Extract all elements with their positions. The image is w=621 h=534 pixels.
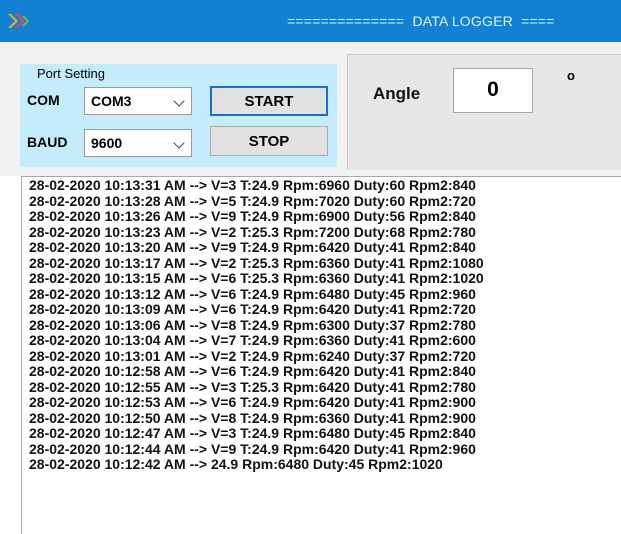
log-line: 28-02-2020 10:13:12 AM --> V=6 T:24.9 Rp… [29,285,476,302]
chevron-down-icon [173,137,185,149]
log-line: 28-02-2020 10:13:04 AM --> V=7 T:24.9 Rp… [29,332,476,348]
log-line: 28-02-2020 10:12:44 AM --> V=9 T:24.9 Rp… [29,440,476,457]
double-chevron-icon [8,14,29,28]
log-line: 28-02-2020 10:12:58 AM --> V=6 T:24.9 Rp… [29,363,476,379]
baud-label: BAUD [27,134,68,150]
com-port-value: COM3 [91,93,132,109]
log-line: 28-02-2020 10:12:55 AM --> V=3 T:25.3 Rp… [29,378,476,395]
stop-button[interactable]: STOP [210,126,328,156]
log-line: 28-02-2020 10:13:17 AM --> V=2 T:25.3 Rp… [29,254,484,271]
log-line: 28-02-2020 10:12:53 AM --> V=6 T:24.9 Rp… [29,394,476,410]
baud-rate-value: 9600 [91,135,123,151]
com-port-select[interactable]: COM3 [84,87,192,115]
log-line: 28-02-2020 10:13:15 AM --> V=6 T:25.3 Rp… [29,270,484,286]
log-line: 28-02-2020 10:12:47 AM --> V=3 T:24.9 Rp… [29,425,476,441]
degree-sign: o [567,68,575,83]
log-line: 28-02-2020 10:13:01 AM --> V=2 T:24.9 Rp… [29,347,476,364]
log-line: 28-02-2020 10:12:42 AM --> 24.9 Rpm:6480… [29,456,443,472]
baud-rate-select[interactable]: 9600 [84,129,192,157]
chevron-down-icon [173,95,185,107]
com-label: COM [27,92,60,108]
log-line: 28-02-2020 10:13:23 AM --> V=2 T:25.3 Rp… [29,223,476,240]
window-title: ============== DATA LOGGER ==== [287,13,555,29]
log-line: 28-02-2020 10:13:09 AM --> V=6 T:24.9 Rp… [29,301,476,317]
log-textbox[interactable]: 28-02-2020 10:13:31 AM --> V=3 T:24.9 Rp… [21,176,621,534]
log-line: 28-02-2020 10:13:20 AM --> V=9 T:24.9 Rp… [29,239,476,255]
title-bar: ============== DATA LOGGER ==== [0,0,621,42]
log-line: 28-02-2020 10:12:50 AM --> V=8 T:24.9 Rp… [29,409,476,426]
log-line: 28-02-2020 10:13:31 AM --> V=3 T:24.9 Rp… [29,177,476,193]
port-setting-label: Port Setting [37,66,105,81]
log-line: 28-02-2020 10:13:26 AM --> V=9 T:24.9 Rp… [29,208,476,224]
angle-value-field: 0 [453,68,533,113]
log-line: 28-02-2020 10:13:06 AM --> V=8 T:24.9 Rp… [29,316,476,333]
log-line: 28-02-2020 10:13:28 AM --> V=5 T:24.9 Rp… [29,192,476,209]
angle-label: Angle [373,84,421,103]
start-button[interactable]: START [210,86,328,116]
